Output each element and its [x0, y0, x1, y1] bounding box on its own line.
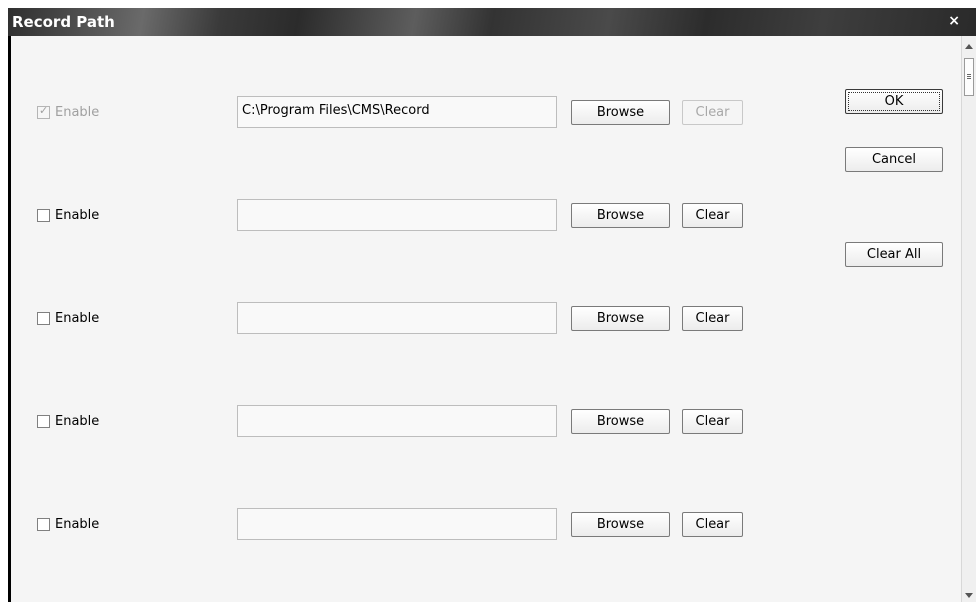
- grip-icon: [967, 74, 971, 75]
- enable-label-1: Enable: [55, 105, 100, 120]
- ok-button[interactable]: OK: [845, 89, 943, 114]
- enable-label-5: Enable: [55, 517, 100, 532]
- clear-all-button[interactable]: Clear All: [845, 242, 943, 267]
- dialog-client-area: ✓ Enable C:\Program Files\CMS\Record Bro…: [11, 36, 961, 602]
- title-bar[interactable]: Record Path ×: [8, 8, 976, 36]
- browse-button-4[interactable]: Browse: [571, 409, 670, 434]
- browse-button-2[interactable]: Browse: [571, 203, 670, 228]
- clear-button-4[interactable]: Clear: [682, 409, 743, 434]
- enable-checkbox-2[interactable]: [37, 209, 50, 222]
- browse-button-1[interactable]: Browse: [571, 100, 670, 125]
- clear-button-5[interactable]: Clear: [682, 512, 743, 537]
- close-icon[interactable]: ×: [948, 13, 960, 29]
- scroll-up-icon[interactable]: [965, 44, 973, 49]
- path-row-4: Enable Browse Clear: [11, 405, 961, 437]
- clear-button-2[interactable]: Clear: [682, 203, 743, 228]
- path-field-2[interactable]: [237, 199, 557, 231]
- window-title: Record Path: [12, 13, 115, 31]
- path-field-4[interactable]: [237, 405, 557, 437]
- path-row-3: Enable Browse Clear: [11, 302, 961, 334]
- clear-button-3[interactable]: Clear: [682, 306, 743, 331]
- enable-label-3: Enable: [55, 311, 100, 326]
- enable-checkbox-3[interactable]: [37, 312, 50, 325]
- enable-checkbox-5[interactable]: [37, 518, 50, 531]
- path-row-5: Enable Browse Clear: [11, 508, 961, 540]
- enable-label-2: Enable: [55, 208, 100, 223]
- scroll-down-icon[interactable]: [965, 593, 973, 598]
- clear-button-1[interactable]: Clear: [682, 100, 743, 125]
- path-field-5[interactable]: [237, 508, 557, 540]
- enable-label-4: Enable: [55, 414, 100, 429]
- path-row-2: Enable Browse Clear: [11, 199, 961, 231]
- checkmark-icon: ✓: [39, 104, 49, 117]
- enable-checkbox-1[interactable]: ✓: [37, 104, 50, 119]
- browse-button-3[interactable]: Browse: [571, 306, 670, 331]
- scroll-thumb[interactable]: [964, 58, 974, 96]
- cancel-button[interactable]: Cancel: [845, 147, 943, 172]
- path-field-1[interactable]: C:\Program Files\CMS\Record: [237, 96, 557, 128]
- enable-checkbox-4[interactable]: [37, 415, 50, 428]
- browse-button-5[interactable]: Browse: [571, 512, 670, 537]
- path-field-3[interactable]: [237, 302, 557, 334]
- path-row-1: ✓ Enable C:\Program Files\CMS\Record Bro…: [11, 96, 961, 128]
- vertical-scrollbar[interactable]: [961, 36, 976, 602]
